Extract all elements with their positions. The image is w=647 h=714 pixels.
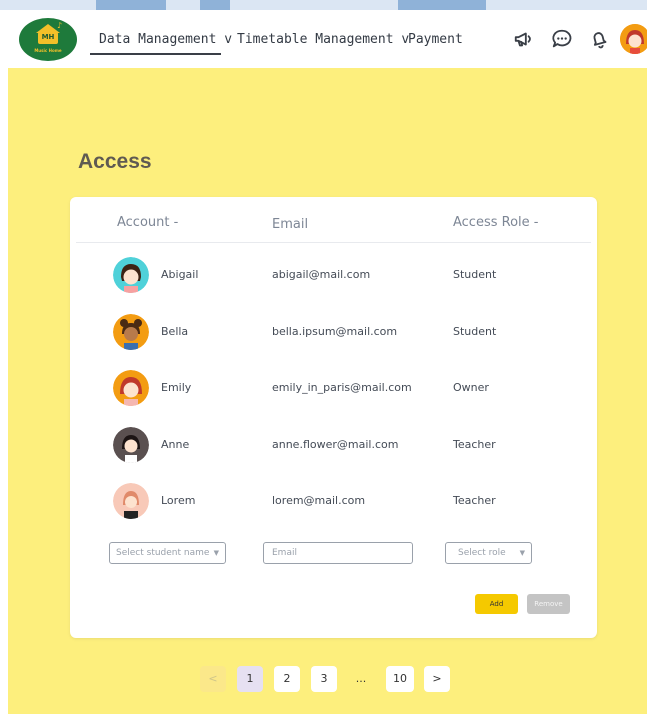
chat-icon[interactable]	[551, 28, 573, 50]
role-select[interactable]: Select role ▼	[445, 542, 532, 564]
column-header-account[interactable]: Account -	[117, 215, 178, 230]
megaphone-icon[interactable]	[513, 28, 535, 50]
pagination-prev-button[interactable]: <	[200, 666, 226, 692]
student-select-placeholder: Select student name	[116, 548, 210, 558]
account-role: Student	[453, 268, 497, 281]
avatar	[113, 314, 149, 350]
top-banner-strip	[0, 0, 647, 10]
remove-button[interactable]: Remove	[527, 594, 570, 614]
account-name: Anne	[161, 438, 190, 451]
user-avatar[interactable]	[620, 24, 647, 54]
top-navbar: MH Music Home ♪ Data Management v Timeta…	[8, 10, 647, 68]
avatar	[113, 427, 149, 463]
account-role: Owner	[453, 381, 489, 394]
table-row[interactable]: Bella bella.ipsum@mail.com Student	[70, 312, 597, 352]
table-row[interactable]: Anne anne.flower@mail.com Teacher	[70, 425, 597, 465]
avatar	[113, 257, 149, 293]
app-logo[interactable]: MH Music Home ♪	[19, 18, 77, 61]
add-button[interactable]: Add	[475, 594, 518, 614]
logo-subtext: Music Home	[34, 48, 62, 53]
student-name-select[interactable]: Select student name ▼	[109, 542, 226, 564]
account-name: Emily	[161, 381, 192, 394]
pagination-page-1[interactable]: 1	[237, 666, 263, 692]
table-row[interactable]: Abigail abigail@mail.com Student	[70, 255, 597, 295]
banner-shape	[200, 0, 230, 10]
banner-shape	[398, 0, 486, 10]
nav-data-management[interactable]: Data Management v	[99, 32, 232, 47]
avatar	[113, 483, 149, 519]
bell-icon[interactable]	[588, 28, 610, 50]
pagination-page-3[interactable]: 3	[311, 666, 337, 692]
account-role: Teacher	[453, 494, 496, 507]
account-email: anne.flower@mail.com	[272, 438, 399, 451]
account-email: bella.ipsum@mail.com	[272, 325, 398, 338]
pagination-next-button[interactable]: >	[424, 666, 450, 692]
nav-payment[interactable]: Payment	[408, 32, 463, 47]
nav-timetable-management[interactable]: Timetable Management v	[237, 32, 409, 47]
avatar	[113, 370, 149, 406]
role-select-placeholder: Select role	[458, 548, 506, 558]
account-name: Lorem	[161, 494, 196, 507]
account-name: Bella	[161, 325, 189, 338]
table-row[interactable]: Emily emily_in_paris@mail.com Owner	[70, 368, 597, 408]
chevron-down-icon: ▼	[213, 549, 219, 557]
account-email: lorem@mail.com	[272, 494, 366, 507]
header-divider	[76, 242, 591, 243]
pagination-page-10[interactable]: 10	[386, 666, 414, 692]
nav-active-underline	[90, 53, 221, 55]
column-header-email: Email	[272, 217, 309, 232]
chevron-down-icon: ▼	[519, 549, 525, 557]
column-header-access-role[interactable]: Access Role -	[453, 215, 538, 230]
account-email: abigail@mail.com	[272, 268, 371, 281]
music-note-icon: ♪	[57, 21, 63, 30]
page-title: Access	[78, 150, 152, 173]
main-content: Access Account - Email Access Role - Abi…	[8, 68, 647, 714]
pagination-ellipsis: ...	[355, 672, 367, 685]
account-email: emily_in_paris@mail.com	[272, 381, 412, 394]
logo-text: MH	[41, 33, 55, 41]
pagination-page-2[interactable]: 2	[274, 666, 300, 692]
account-role: Teacher	[453, 438, 496, 451]
account-name: Abigail	[161, 268, 199, 281]
email-field[interactable]: Email	[263, 542, 413, 564]
table-row[interactable]: Lorem lorem@mail.com Teacher	[70, 481, 597, 521]
access-table-card: Account - Email Access Role - Abigail ab…	[70, 197, 597, 638]
banner-shape	[96, 0, 166, 10]
account-role: Student	[453, 325, 497, 338]
